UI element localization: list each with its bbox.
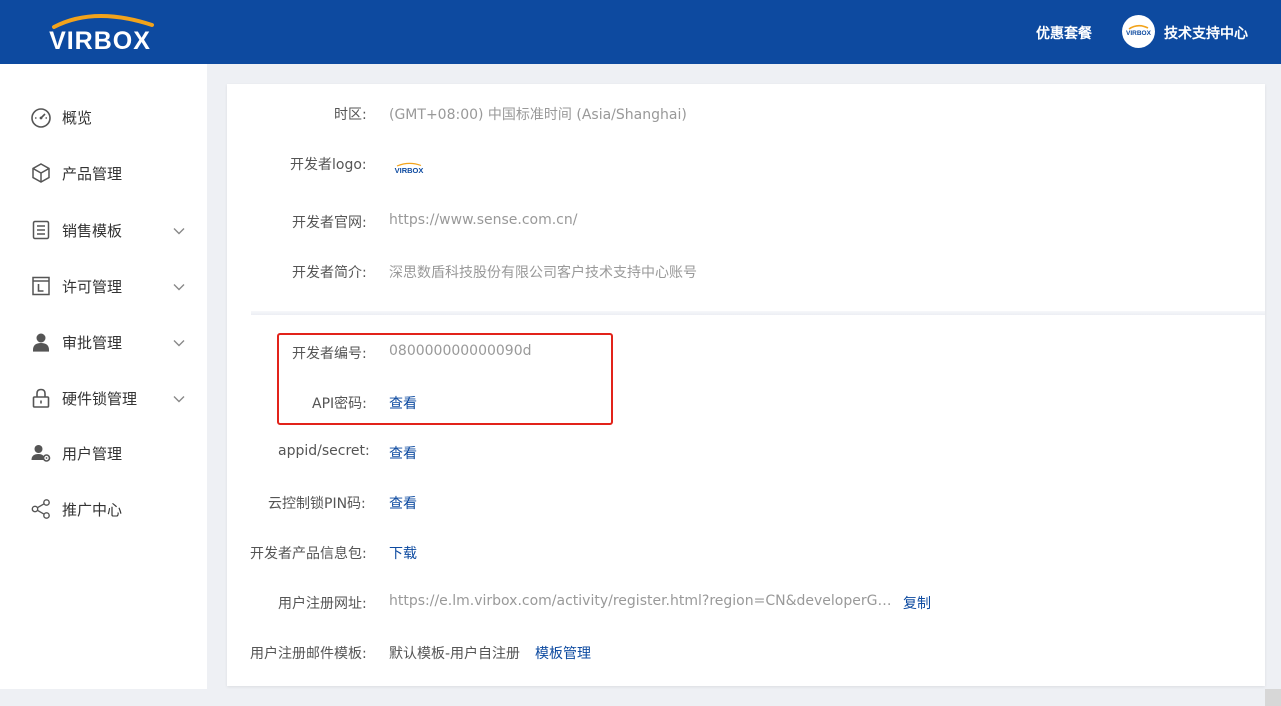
sidebar-item-label: 审批管理 — [62, 334, 123, 352]
developer-logo-label: 开发者logo: — [290, 157, 367, 173]
sidebar-item-licenses[interactable]: 许可管理 — [0, 263, 207, 309]
sidebar-item-products[interactable]: 产品管理 — [0, 150, 207, 196]
sidebar-item-promotion[interactable]: 推广中心 — [0, 486, 207, 532]
sidebar-item-users[interactable]: 用户管理 — [0, 430, 207, 476]
appid-label: appid/secret: — [278, 443, 370, 459]
pin-view-link[interactable]: 查看 — [389, 493, 417, 513]
lock-icon — [30, 387, 52, 409]
virbox-logo[interactable]: VIRBOX — [24, 10, 176, 55]
sidebar-item-sales-templates[interactable]: 销售模板 — [0, 207, 207, 253]
email-template-label: 用户注册邮件模板: — [250, 646, 367, 662]
offers-link[interactable]: 优惠套餐 — [1036, 23, 1092, 43]
sidebar-item-label: 硬件锁管理 — [62, 390, 138, 408]
avatar-logo-text: VIRBOX — [1126, 30, 1152, 37]
developer-logo-image: VIRBOX — [389, 160, 429, 175]
appid-view-link[interactable]: 查看 — [389, 443, 417, 463]
copy-url-link[interactable]: 复制 — [903, 593, 931, 613]
register-url-label: 用户注册网址: — [278, 596, 367, 612]
product-package-label: 开发者产品信息包: — [250, 546, 367, 562]
share-icon — [30, 498, 52, 520]
chevron-down-icon — [172, 279, 186, 293]
sidebar-item-label: 概览 — [62, 109, 93, 127]
intro-label: 开发者简介: — [292, 265, 367, 281]
license-icon — [30, 275, 52, 297]
website-value: https://www.sense.com.cn/ — [389, 212, 578, 228]
scrollbar-corner — [1265, 689, 1281, 706]
sidebar-item-hardware-locks[interactable]: 硬件锁管理 — [0, 375, 207, 421]
sidebar-item-label: 用户管理 — [62, 445, 123, 463]
cube-icon — [30, 162, 52, 184]
sidebar-item-label: 产品管理 — [62, 165, 123, 183]
user-icon — [30, 331, 52, 353]
dashboard-icon — [30, 106, 52, 128]
template-management-link[interactable]: 模板管理 — [535, 643, 591, 663]
email-template-value: 默认模板-用户自注册 — [389, 646, 521, 662]
chevron-down-icon — [172, 335, 186, 349]
chevron-down-icon — [172, 223, 186, 237]
logo-text: VIRBOX — [49, 27, 151, 54]
section-divider — [251, 311, 1265, 315]
account-name[interactable]: 技术支持中心 — [1164, 23, 1248, 43]
intro-value: 深思数盾科技股份有限公司客户技术支持中心账号 — [389, 265, 697, 281]
sidebar-item-approvals[interactable]: 审批管理 — [0, 319, 207, 365]
chevron-down-icon — [172, 391, 186, 405]
website-label: 开发者官网: — [292, 215, 367, 231]
timezone-label: 时区: — [334, 107, 367, 123]
register-url-value: https://e.lm.virbox.com/activity/registe… — [389, 593, 892, 609]
pin-label: 云控制锁PIN码: — [268, 496, 366, 512]
developer-logo-text: VIRBOX — [395, 166, 424, 175]
list-icon — [30, 219, 52, 241]
sidebar-item-label: 许可管理 — [62, 278, 123, 296]
top-header: VIRBOX 优惠套餐 VIRBOX 技术支持中心 — [0, 0, 1281, 64]
sidebar: 概览 产品管理 销售模板 许可管理 审批管理 硬件锁管理 用户管理 推广中心 — [0, 64, 207, 689]
timezone-value: (GMT+08:00) 中国标准时间 (Asia/Shanghai) — [389, 107, 687, 123]
highlight-box — [277, 333, 613, 425]
sidebar-item-overview[interactable]: 概览 — [0, 94, 207, 140]
sidebar-item-label: 推广中心 — [62, 501, 123, 519]
users-gear-icon — [30, 442, 52, 464]
sidebar-item-label: 销售模板 — [62, 222, 123, 240]
avatar[interactable]: VIRBOX — [1122, 15, 1155, 48]
product-package-download-link[interactable]: 下载 — [389, 543, 417, 563]
